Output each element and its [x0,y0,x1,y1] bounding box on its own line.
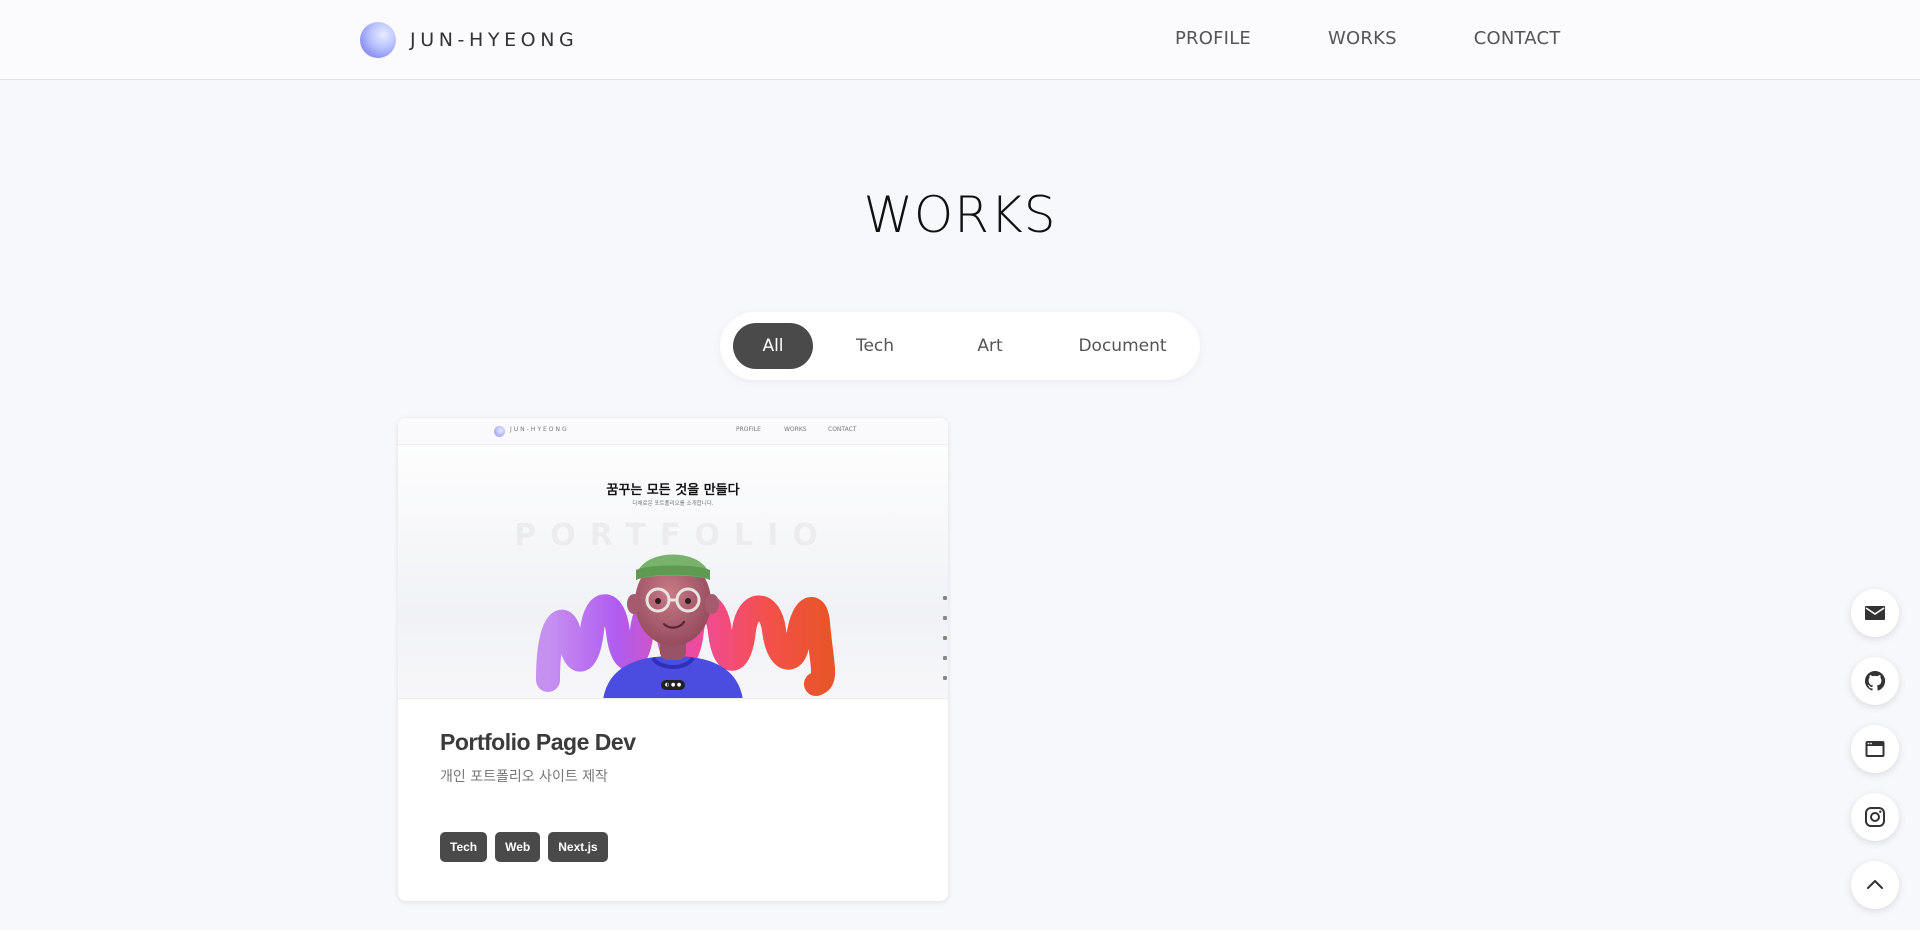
tag-tech: Tech [440,832,488,862]
scroll-top-button[interactable] [1851,861,1899,909]
page-title: WORKS [863,186,1057,244]
mail-button[interactable] [1851,589,1899,637]
card-tags: Tech Web Next.js [440,832,616,862]
instagram-button[interactable] [1851,793,1899,841]
github-icon [1864,670,1886,691]
category-filter: All Tech Art Document [720,312,1200,380]
card-body: Portfolio Page Dev 개인 포트폴리오 사이트 제작 Tech … [398,699,948,901]
github-button[interactable] [1851,657,1899,705]
instagram-icon [1865,807,1885,827]
logo-orb-icon [360,22,396,58]
nav-link-works[interactable]: WORKS [1328,28,1397,49]
card-thumbnail: JUN-HYEONG PROFILE WORKS CONTACT 꿈꾸는 모든 … [398,418,948,699]
filter-art[interactable]: Art [945,323,1035,369]
website-button[interactable] [1851,725,1899,773]
browser-icon [1865,741,1885,757]
logo-text: JUN-HYEONG [410,29,579,51]
nav-link-profile[interactable]: PROFILE [1175,28,1251,49]
filter-tech[interactable]: Tech [825,323,925,369]
work-card[interactable]: JUN-HYEONG PROFILE WORKS CONTACT 꿈꾸는 모든 … [398,418,948,901]
nav-link-contact[interactable]: CONTACT [1474,28,1561,49]
filter-all[interactable]: All [733,323,813,369]
site-header: JUN-HYEONG PROFILE WORKS CONTACT [0,0,1920,80]
character-illustration [536,554,836,698]
arrow-up-icon [1867,880,1883,889]
tag-web: Web [495,832,541,862]
tag-nextjs: Next.js [548,832,608,862]
slider-indicator: ◐ ● ● [661,680,686,690]
main-nav: PROFILE WORKS CONTACT [1175,28,1560,49]
thumbnail-side-icons [943,596,948,696]
card-description: 개인 포트폴리오 사이트 제작 [440,769,608,785]
mail-icon [1865,606,1885,620]
filter-document[interactable]: Document [1060,323,1185,369]
site-logo[interactable]: JUN-HYEONG [360,22,578,58]
card-title: Portfolio Page Dev [440,729,636,755]
